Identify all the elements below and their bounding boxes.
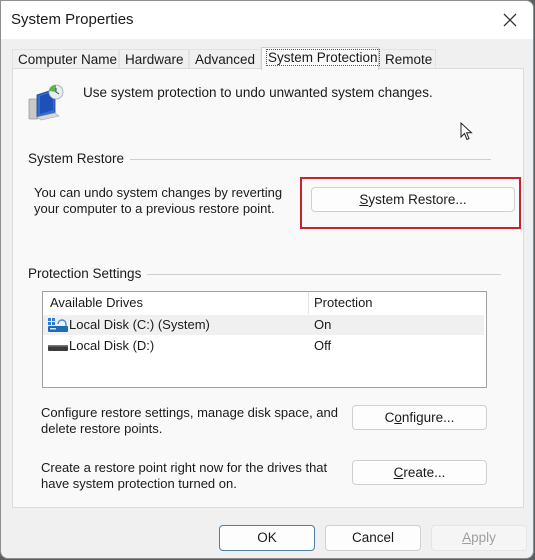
button-label: pply xyxy=(471,530,496,545)
system-protection-icon xyxy=(28,84,64,121)
tab-hardware[interactable]: Hardware xyxy=(119,49,189,69)
ok-button[interactable]: OK xyxy=(219,525,315,551)
system-properties-window: System Properties Computer Name Hardware… xyxy=(0,0,534,559)
drive-name: Local Disk (C:) (System) xyxy=(69,317,210,332)
drive-name: Local Disk (D:) xyxy=(69,338,155,353)
column-header-protection[interactable]: Protection xyxy=(314,295,373,310)
desc-line: have system protection turned on. xyxy=(41,476,237,491)
desc-line: delete restore points. xyxy=(41,421,163,436)
list-header: Available Drives Protection xyxy=(43,292,486,314)
configure-description: Configure restore settings, manage disk … xyxy=(41,405,338,437)
protection-settings-group-label: Protection Settings xyxy=(28,266,148,281)
drive-icon xyxy=(48,345,68,351)
desc-line: Configure restore settings, manage disk … xyxy=(41,405,339,420)
desc-line: your computer to a previous restore poin… xyxy=(34,201,275,216)
accel-key: C xyxy=(393,465,404,480)
tab-label: Remote xyxy=(385,52,433,67)
accel-key: A xyxy=(462,530,472,545)
close-icon xyxy=(503,13,517,27)
configure-button[interactable]: Configure... xyxy=(352,405,487,430)
tab-label: System Protection xyxy=(266,49,380,66)
drive-row-c[interactable]: Local Disk (C:) (System) On xyxy=(43,315,484,335)
apply-button[interactable]: Apply xyxy=(431,525,527,551)
create-description: Create a restore point right now for the… xyxy=(41,460,327,492)
tab-label: Computer Name xyxy=(18,52,118,67)
tab-label: Advanced xyxy=(195,52,256,67)
system-restore-description: You can undo system changes by reverting… xyxy=(34,185,282,217)
mouse-cursor-icon xyxy=(460,122,473,141)
tab-advanced[interactable]: Advanced xyxy=(189,49,261,69)
tab-system-protection[interactable]: System Protection xyxy=(261,47,380,70)
title-bar: System Properties xyxy=(1,1,533,39)
system-drive-icon xyxy=(48,318,68,332)
accel-key: o xyxy=(394,410,402,425)
tab-remote[interactable]: Remote xyxy=(379,49,436,69)
system-protection-panel: Use system protection to undo unwanted s… xyxy=(12,68,524,508)
drive-row-d[interactable]: Local Disk (D:) Off xyxy=(43,336,484,356)
system-restore-group-label: System Restore xyxy=(28,151,131,166)
button-label: C xyxy=(384,410,395,425)
highlight-annotation-box xyxy=(300,177,521,229)
drive-protection-status: Off xyxy=(314,338,332,353)
create-button[interactable]: Create... xyxy=(352,460,487,485)
button-label: nfigure... xyxy=(401,410,455,425)
cancel-button[interactable]: Cancel xyxy=(325,525,421,551)
header-description: Use system protection to undo unwanted s… xyxy=(83,85,433,100)
tab-computer-name[interactable]: Computer Name xyxy=(12,49,119,69)
column-header-available-drives[interactable]: Available Drives xyxy=(50,295,143,310)
desc-line: You can undo system changes by reverting xyxy=(34,185,283,200)
window-title: System Properties xyxy=(11,11,134,28)
tab-label: Hardware xyxy=(125,52,184,67)
column-separator[interactable] xyxy=(308,292,309,314)
close-button[interactable] xyxy=(487,1,533,39)
button-label: reate... xyxy=(403,465,446,480)
drive-protection-status: On xyxy=(314,317,332,332)
desc-line: Create a restore point right now for the… xyxy=(41,460,328,475)
available-drives-list[interactable]: Available Drives Protection Local Disk (… xyxy=(42,291,487,388)
